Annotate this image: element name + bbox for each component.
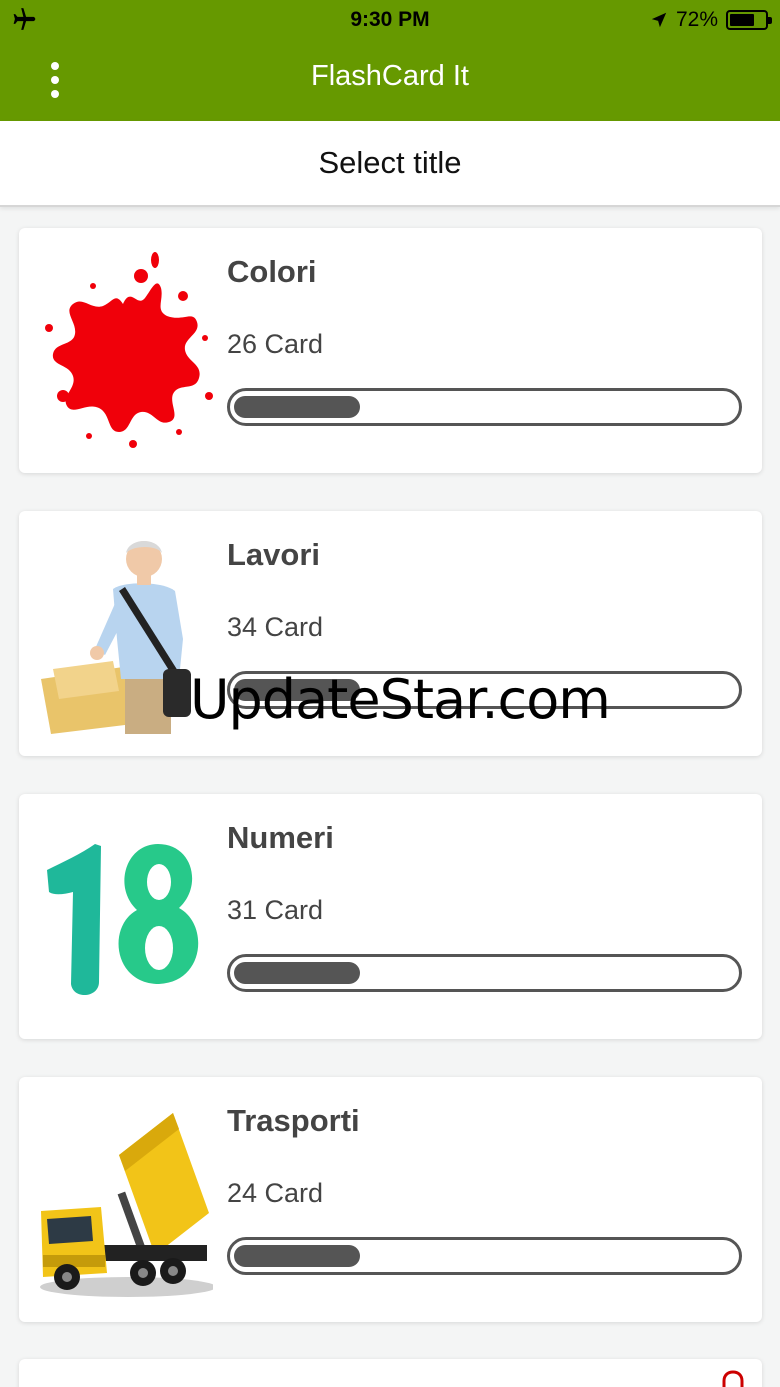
deck-card-partial[interactable]: [19, 1359, 762, 1387]
progress-bar: [227, 388, 742, 426]
deck-card-count: 34 Card: [227, 612, 324, 642]
deck-card-colori[interactable]: Colori 26 Card: [19, 228, 762, 473]
battery-fill: [730, 14, 754, 26]
deck-card-numeri[interactable]: Numeri 31 Card: [19, 794, 762, 1039]
deck-title: Lavori: [227, 537, 321, 572]
progress-fill: [234, 962, 360, 984]
deck-card-count: 26 Card: [227, 329, 324, 359]
deck-title: Trasporti: [227, 1103, 360, 1138]
status-right: 72%: [650, 8, 772, 32]
progress-fill: [234, 1245, 360, 1267]
location-arrow-icon: [651, 12, 667, 28]
deck-card-trasporti[interactable]: Trasporti 24 Card: [19, 1077, 762, 1322]
deck-title: Colori: [227, 254, 317, 289]
deck-card-count: 31 Card: [227, 895, 324, 925]
bell-icon: [722, 1370, 744, 1387]
progress-bar: [227, 954, 742, 992]
number-18-icon: [47, 844, 199, 996]
subheader: Select title: [0, 121, 780, 207]
app-header: 9:30 PM 72% FlashCard It: [0, 0, 780, 121]
progress-fill: [234, 396, 360, 418]
app-title: FlashCard It: [311, 60, 469, 92]
watermark-text: UpdateStar.com: [190, 668, 611, 731]
subheader-title: Select title: [318, 145, 462, 180]
battery-percent: 72%: [675, 8, 718, 31]
battery-nub: [768, 17, 772, 24]
deck-title: Numeri: [227, 820, 334, 855]
dump-truck-photo: [40, 1113, 213, 1297]
deck-list: Colori 26 Card Lavori 34 Card Numeri 31 …: [0, 208, 780, 1387]
progress-bar: [227, 1237, 742, 1275]
battery-icon: [726, 10, 772, 30]
status-bar: 9:30 PM 72%: [0, 0, 780, 40]
deck-card-count: 24 Card: [227, 1178, 324, 1208]
paint-splash-icon: [45, 252, 213, 448]
postman-photo: [41, 541, 191, 734]
